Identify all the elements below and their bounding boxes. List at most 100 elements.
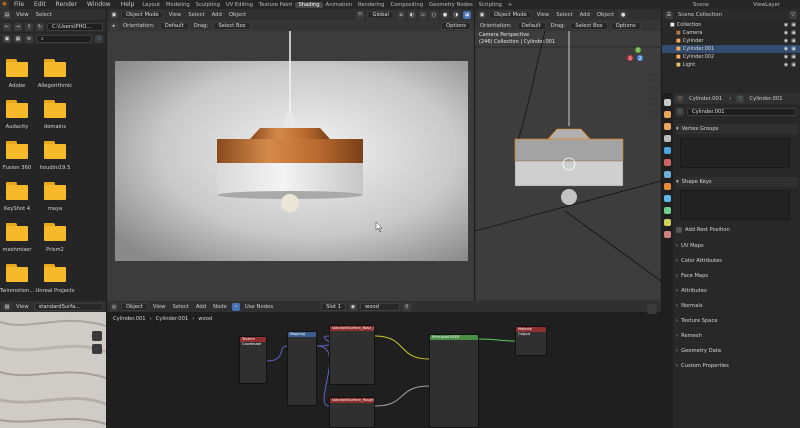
transform-dropdown[interactable]: Global bbox=[367, 10, 394, 19]
outliner-editor-icon[interactable]: ☰ bbox=[665, 10, 673, 19]
visibility-icon[interactable]: ◉ bbox=[784, 22, 788, 28]
tab-rendering[interactable]: Rendering bbox=[355, 2, 388, 8]
tab-layout[interactable]: Layout bbox=[139, 2, 163, 8]
vp2-menu-add[interactable]: Add bbox=[578, 12, 592, 18]
image-name-field[interactable]: standardSurfa... bbox=[33, 302, 103, 311]
datablock-name-field[interactable]: Cylinder.001 bbox=[687, 107, 797, 116]
rendered-viewport[interactable]: ▣ Object Mode View Select Add Object ⤧ G… bbox=[107, 9, 474, 301]
outliner-row[interactable]: ■ Cylinder ◉ ▣ bbox=[662, 37, 800, 45]
folder-icon[interactable] bbox=[6, 59, 34, 77]
properties-tab-icon[interactable] bbox=[664, 135, 671, 142]
render-icon[interactable]: ▣ bbox=[791, 54, 796, 60]
folder-icon[interactable] bbox=[44, 141, 72, 159]
folder-icon[interactable] bbox=[44, 59, 72, 77]
folder-icon[interactable] bbox=[44, 223, 72, 241]
properties-panel[interactable]: › Normals bbox=[676, 301, 798, 311]
fb-menu-view[interactable]: View bbox=[14, 12, 31, 18]
outliner-row[interactable]: ■ Cylinder.002 ◉ ▣ bbox=[662, 53, 800, 61]
outliner-row[interactable]: ■ Cylinder.001 ◉ ▣ bbox=[662, 45, 800, 53]
menu-render[interactable]: Render bbox=[51, 1, 82, 8]
display-list-icon[interactable]: ≡ bbox=[25, 34, 33, 43]
visibility-icon[interactable]: ◉ bbox=[784, 62, 788, 68]
properties-tab-icon[interactable] bbox=[664, 219, 671, 226]
node-texture-coordinate[interactable]: Texture Coordinate bbox=[239, 336, 267, 384]
tab-scripting[interactable]: Scripting bbox=[476, 2, 505, 8]
visibility-icon[interactable]: ◉ bbox=[784, 38, 788, 44]
perspective-toggle-icon[interactable] bbox=[649, 109, 658, 118]
options-dropdown[interactable]: Options bbox=[610, 21, 641, 30]
properties-tab-icon[interactable] bbox=[664, 159, 671, 166]
tab-animation[interactable]: Animation bbox=[323, 2, 355, 8]
add-rest-position-row[interactable]: Add Rest Position bbox=[676, 225, 798, 235]
zoom-icon[interactable] bbox=[649, 73, 658, 82]
render-icon[interactable]: ▣ bbox=[791, 46, 796, 52]
properties-panel[interactable]: › Attributes bbox=[676, 286, 798, 296]
mode-dropdown[interactable]: Object Mode bbox=[121, 10, 164, 19]
checkbox-icon[interactable] bbox=[676, 227, 682, 233]
menu-edit[interactable]: Edit bbox=[29, 1, 51, 8]
vertex-groups-list[interactable] bbox=[680, 138, 790, 168]
tab-modeling[interactable]: Modeling bbox=[163, 2, 193, 8]
outliner-row[interactable]: ■ Camera ◉ ▣ bbox=[662, 29, 800, 37]
sidebar-toggle-icon[interactable] bbox=[647, 304, 657, 314]
tab-geometry-nodes[interactable]: Geometry Nodes bbox=[426, 2, 476, 8]
properties-panel[interactable]: › Geometry Data bbox=[676, 346, 798, 356]
shading-rendered-icon[interactable]: ◕ bbox=[463, 10, 471, 19]
folder-icon[interactable] bbox=[44, 100, 72, 118]
node-material-output[interactable]: Material Output bbox=[515, 326, 547, 356]
properties-panel[interactable]: › Color Attributes bbox=[676, 256, 798, 266]
properties-tab-icon[interactable] bbox=[664, 231, 671, 238]
zoom-icon[interactable] bbox=[92, 331, 102, 341]
tab-texture-paint[interactable]: Texture Paint bbox=[256, 2, 295, 8]
orientation-dropdown[interactable]: Default bbox=[159, 21, 189, 30]
node-image-texture-roughness[interactable]: standardSurface_Roughness... bbox=[329, 397, 375, 428]
vp1-menu-view[interactable]: View bbox=[167, 12, 184, 18]
editor-type-icon[interactable]: ▣ bbox=[110, 10, 118, 19]
properties-tab-icon[interactable] bbox=[664, 195, 671, 202]
panel-shape-keys[interactable]: ▾ Shape Keys bbox=[676, 177, 798, 187]
properties-panel[interactable]: › Custom Properties bbox=[676, 361, 798, 371]
viewlayer-selector[interactable]: ViewLayer bbox=[750, 2, 800, 8]
properties-tab-icon[interactable] bbox=[664, 147, 671, 154]
shape-keys-list[interactable] bbox=[680, 190, 790, 220]
overlay-icon[interactable]: ◐ bbox=[408, 10, 416, 19]
vp2-menu-select[interactable]: Select bbox=[554, 12, 574, 18]
editor-type-icon[interactable]: ▤ bbox=[3, 10, 11, 19]
orientation-dropdown[interactable]: Default bbox=[516, 21, 546, 30]
camera-view-icon[interactable] bbox=[649, 97, 658, 106]
properties-panel[interactable]: › Remesh bbox=[676, 331, 798, 341]
display-grid-icon[interactable]: ▦ bbox=[14, 34, 22, 43]
folder-icon[interactable] bbox=[6, 264, 34, 282]
folder-icon[interactable] bbox=[6, 223, 34, 241]
folder-icon[interactable] bbox=[6, 182, 34, 200]
search-input[interactable]: ⌕ bbox=[36, 34, 92, 43]
filter-icon[interactable]: ▽ bbox=[95, 34, 103, 43]
shading-solid-icon[interactable]: ● bbox=[441, 10, 449, 19]
vp2-menu-object[interactable]: Object bbox=[595, 12, 616, 18]
shading-wireframe-icon[interactable]: ○ bbox=[430, 10, 438, 19]
properties-tab-icon[interactable] bbox=[664, 111, 671, 118]
path-field[interactable]: C:\Users\PHO... bbox=[47, 22, 103, 31]
properties-tab-icon[interactable] bbox=[664, 99, 671, 106]
img-menu-view[interactable]: View bbox=[14, 304, 31, 310]
editor-type-icon[interactable]: ▣ bbox=[478, 10, 486, 19]
add-workspace-button[interactable]: + bbox=[505, 2, 515, 8]
visibility-icon[interactable]: ◉ bbox=[784, 54, 788, 60]
vp1-menu-add[interactable]: Add bbox=[210, 12, 224, 18]
node-image-texture-color[interactable]: standardSurface_Base_Col... bbox=[329, 325, 375, 385]
pan-hand-icon[interactable] bbox=[649, 85, 658, 94]
pan-hand-icon[interactable] bbox=[92, 344, 102, 354]
properties-tab-icon[interactable] bbox=[664, 183, 671, 190]
image-editor[interactable]: ▧ View standardSurfa... bbox=[0, 301, 106, 428]
vp1-menu-select[interactable]: Select bbox=[186, 12, 206, 18]
properties-tab-icon[interactable] bbox=[664, 207, 671, 214]
fb-menu-select[interactable]: Select bbox=[34, 12, 54, 18]
transform-orientation-icon[interactable]: ⤧ bbox=[356, 10, 365, 19]
snap-icon[interactable]: ⌂ bbox=[397, 10, 405, 19]
tab-uv-editing[interactable]: UV Editing bbox=[223, 2, 256, 8]
visibility-icon[interactable]: ◉ bbox=[784, 46, 788, 52]
properties-panel[interactable]: › UV Maps bbox=[676, 241, 798, 251]
scene-selector[interactable]: Scene bbox=[690, 2, 750, 8]
node-principled-bsdf[interactable]: Principled BSDF bbox=[429, 334, 479, 428]
camera-viewport[interactable]: ▣ Object Mode View Select Add Object ● O… bbox=[475, 9, 661, 301]
